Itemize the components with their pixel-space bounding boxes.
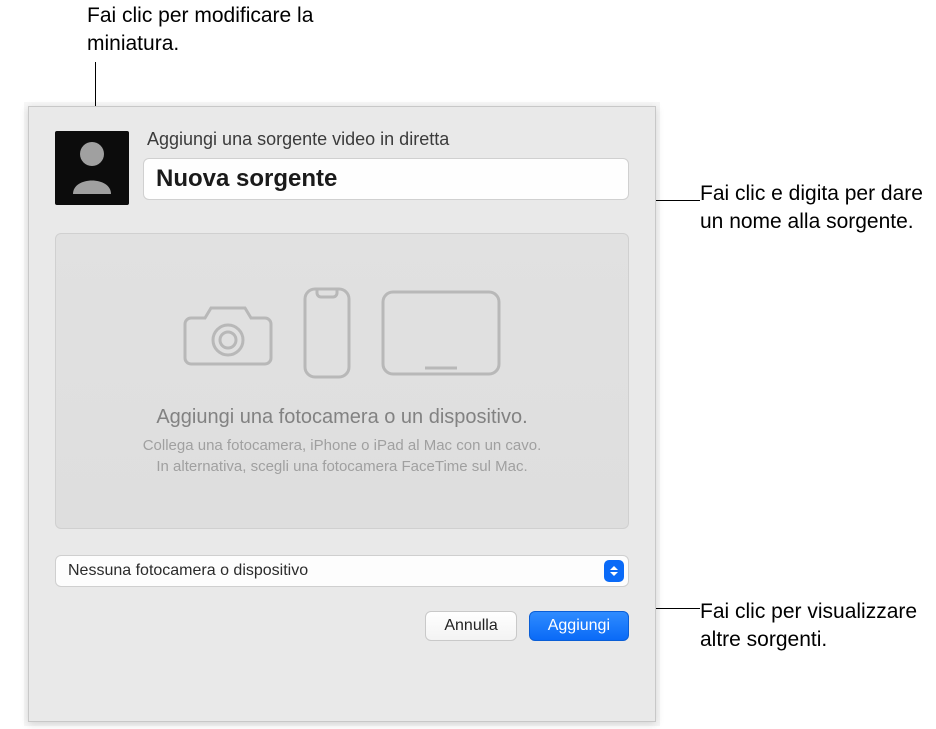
cancel-button[interactable]: Annulla	[425, 611, 516, 641]
preview-subtext-2: In alternativa, scegli una fotocamera Fa…	[156, 456, 527, 477]
source-name-input[interactable]	[143, 158, 629, 200]
annotation-name-field: Fai clic e digita per dare un nome alla …	[700, 180, 930, 237]
add-button[interactable]: Aggiungi	[529, 611, 629, 641]
dialog-title: Aggiungi una sorgente video in diretta	[147, 129, 629, 150]
annotation-select: Fai clic per visualizzare altre sorgenti…	[700, 598, 930, 655]
button-label: Annulla	[444, 617, 497, 635]
thumbnail-button[interactable]	[55, 131, 129, 205]
device-icons-row	[181, 285, 503, 386]
button-label: Aggiungi	[548, 617, 610, 635]
dialog-add-video-source: Aggiungi una sorgente video in diretta	[28, 106, 656, 722]
camera-icon	[181, 298, 275, 373]
updown-arrows-icon	[604, 560, 624, 582]
tablet-icon	[379, 288, 503, 383]
preview-heading: Aggiungi una fotocamera o un dispositivo…	[156, 406, 527, 429]
annotation-thumbnail: Fai clic per modificare la miniatura.	[87, 2, 367, 59]
phone-icon	[301, 285, 353, 386]
preview-area: Aggiungi una fotocamera o un dispositivo…	[55, 233, 629, 529]
preview-subtext-1: Collega una fotocamera, iPhone o iPad al…	[143, 435, 542, 456]
person-silhouette-icon	[67, 138, 117, 199]
select-value: Nessuna fotocamera o dispositivo	[68, 562, 308, 580]
camera-device-select[interactable]: Nessuna fotocamera o dispositivo	[55, 555, 629, 587]
